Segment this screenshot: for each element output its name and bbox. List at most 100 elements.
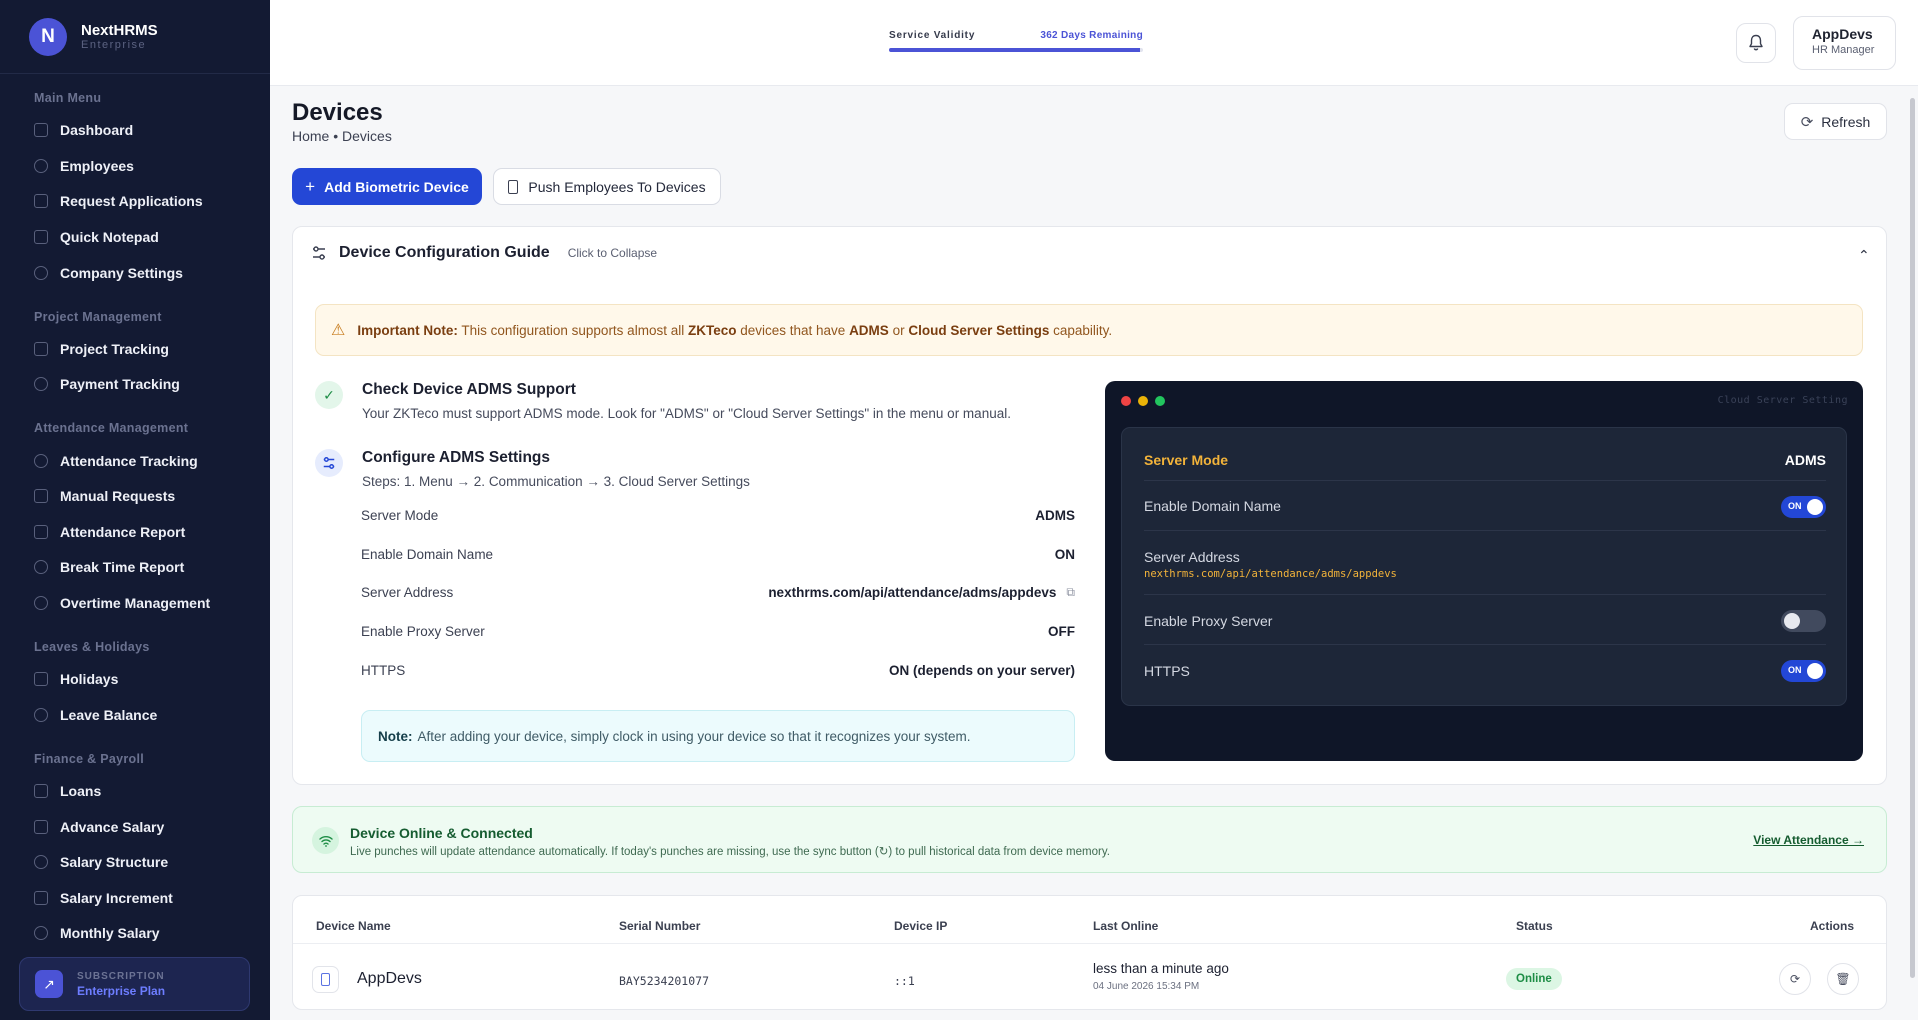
important-note-text: Important Note: This configuration suppo… — [357, 322, 1113, 338]
column-header-status[interactable]: Status — [1516, 919, 1553, 933]
sidebar-item-leave-balance[interactable]: Leave Balance — [34, 701, 157, 729]
domain-toggle: ON — [1781, 496, 1826, 518]
push-employees-button[interactable]: Push Employees To Devices — [493, 168, 721, 205]
setting-value: OFF — [1048, 624, 1075, 639]
sidebar-item-attendance-tracking[interactable]: Attendance Tracking — [34, 447, 198, 475]
user-menu[interactable]: AppDevs HR Manager — [1793, 16, 1896, 70]
table-divider — [293, 943, 1886, 944]
setting-label: Server Mode — [361, 508, 439, 523]
setting-row-https: HTTPS ON (depends on your server) — [361, 663, 1075, 683]
sidebar-item-overtime-management[interactable]: Overtime Management — [34, 589, 210, 617]
mock-row-domain: Enable Domain Name ON — [1144, 481, 1826, 531]
sidebar-item-company-settings[interactable]: Company Settings — [34, 259, 183, 287]
bell-icon — [1749, 34, 1763, 51]
setting-value: ON (depends on your server) — [888, 663, 1075, 678]
column-header-last-online[interactable]: Last Online — [1093, 919, 1158, 933]
coins-icon — [34, 377, 48, 391]
delete-button[interactable]: 🗑 — [1827, 963, 1859, 995]
refresh-button[interactable]: ⟳ Refresh — [1784, 103, 1887, 140]
note-icon — [34, 230, 48, 244]
add-biometric-device-button[interactable]: + Add Biometric Device — [292, 168, 482, 205]
refresh-icon: ⟳ — [1800, 113, 1814, 131]
subscription-plan: Enterprise Plan — [77, 983, 166, 998]
sidebar-item-label: Holidays — [60, 671, 119, 687]
top-header: Service Validity 362 Days Remaining AppD… — [270, 0, 1918, 86]
sidebar-item-label: Company Settings — [60, 265, 183, 281]
device-configuration-guide: Device Configuration Guide Click to Coll… — [292, 226, 1887, 785]
validity-progress-fill — [889, 48, 1141, 52]
sidebar-item-employees[interactable]: Employees — [34, 152, 134, 180]
page-title: Devices — [292, 99, 383, 126]
setting-label: Enable Proxy Server — [361, 624, 485, 639]
column-header-ip[interactable]: Device IP — [894, 919, 947, 933]
https-toggle: ON — [1781, 660, 1826, 682]
guide-header[interactable]: Device Configuration Guide Click to Coll… — [311, 244, 657, 262]
status-badge: Online — [1506, 968, 1562, 990]
copy-icon[interactable]: ⧉ — [1066, 585, 1075, 600]
mock-panel: Server Mode ADMS Enable Domain Name ON S… — [1121, 427, 1847, 706]
sync-button[interactable]: ⟳ — [1779, 963, 1811, 995]
clock-icon — [34, 560, 48, 574]
subscription-label: SUBSCRIPTION — [77, 970, 165, 982]
sidebar-item-loans[interactable]: Loans — [34, 777, 101, 805]
column-header-serial[interactable]: Serial Number — [619, 919, 700, 933]
validity-progress-bar — [889, 48, 1143, 52]
sidebar-item-advance-salary[interactable]: Advance Salary — [34, 813, 164, 841]
report-icon — [34, 525, 48, 539]
step-description: Your ZKTeco must support ADMS mode. Look… — [362, 406, 1011, 421]
sidebar-item-label: Leave Balance — [60, 707, 158, 723]
view-attendance-link[interactable]: View Attendance → — [1753, 833, 1864, 847]
mock-value: ADMS — [1784, 452, 1826, 468]
mock-row-https: HTTPS ON — [1144, 645, 1826, 695]
trash-icon: 🗑 — [1835, 972, 1851, 986]
page-scrollbar[interactable] — [1910, 98, 1915, 978]
wallet-icon — [34, 784, 48, 798]
column-header-device-name[interactable]: Device Name — [316, 919, 391, 933]
device-icon — [508, 179, 519, 194]
sidebar-item-label: Monthly Salary — [60, 925, 160, 941]
last-online-date: 04 June 2026 15:34 PM — [1093, 981, 1200, 992]
validity-label: Service Validity — [889, 30, 976, 41]
setting-value: ON — [1054, 547, 1075, 562]
sidebar-item-label: Project Tracking — [60, 341, 169, 357]
brand[interactable]: N NextHRMS Enterprise — [0, 0, 270, 74]
check-icon: ✓ — [315, 381, 343, 409]
breadcrumb[interactable]: Home • Devices — [292, 128, 392, 144]
sidebar-item-request-applications[interactable]: Request Applications — [34, 187, 203, 215]
sidebar-item-quick-notepad[interactable]: Quick Notepad — [34, 223, 159, 251]
sidebar-item-break-time-report[interactable]: Break Time Report — [34, 553, 184, 581]
server-address-value: nexthrms.com/api/attendance/adms/appdevs — [768, 585, 1057, 600]
guide-title: Device Configuration Guide — [339, 244, 550, 261]
proxy-toggle — [1781, 610, 1826, 632]
chevron-up-icon[interactable]: ⌃ — [1858, 247, 1870, 264]
last-online: less than a minute ago — [1093, 961, 1229, 976]
sidebar-item-dashboard[interactable]: Dashboard — [34, 116, 133, 144]
sidebar-item-salary-structure[interactable]: Salary Structure — [34, 848, 168, 876]
notification-button[interactable] — [1736, 23, 1776, 63]
sidebar-item-label: Quick Notepad — [60, 229, 159, 245]
sidebar-item-label: Attendance Tracking — [60, 453, 198, 469]
sidebar-item-attendance-report[interactable]: Attendance Report — [34, 518, 185, 546]
sidebar-item-payment-tracking[interactable]: Payment Tracking — [34, 370, 180, 398]
nav-section-finance-payroll: Finance & Payroll — [34, 752, 144, 766]
sidebar-item-holidays[interactable]: Holidays — [34, 665, 118, 693]
sidebar-item-label: Dashboard — [60, 122, 134, 138]
plus-icon: + — [305, 176, 316, 196]
push-employees-label: Push Employees To Devices — [528, 178, 706, 195]
sidebar-item-manual-requests[interactable]: Manual Requests — [34, 482, 175, 510]
sidebar-item-project-tracking[interactable]: Project Tracking — [34, 335, 169, 363]
subscription-card[interactable]: ↗ SUBSCRIPTION Enterprise Plan — [19, 957, 250, 1011]
sidebar-item-salary-increment[interactable]: Salary Increment — [34, 884, 173, 912]
step-description: Steps: 1. Menu → 2. Communication → 3. C… — [362, 474, 750, 489]
guide-collapse-hint: Click to Collapse — [567, 246, 658, 260]
mock-label: Server Mode — [1144, 452, 1229, 468]
setting-value: ADMS — [1035, 508, 1075, 523]
sidebar-item-monthly-salary[interactable]: Monthly Salary — [34, 919, 160, 947]
sidebar-item-label: Advance Salary — [60, 819, 165, 835]
coins-icon — [34, 926, 48, 940]
device-online-banner: Device Online & Connected Live punches w… — [292, 806, 1887, 873]
sidebar: N NextHRMS Enterprise Main Menu Dashboar… — [0, 0, 270, 1020]
gear-icon — [34, 266, 48, 280]
sidebar-item-label: Overtime Management — [60, 595, 211, 611]
nav-section-attendance-management: Attendance Management — [34, 421, 189, 435]
